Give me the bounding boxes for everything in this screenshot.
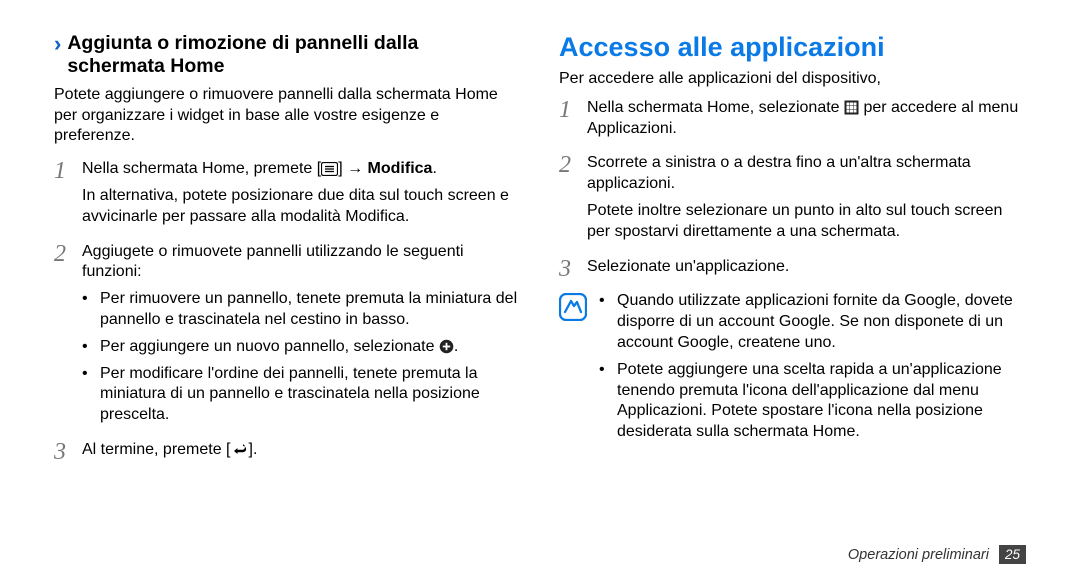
left-heading-text: Aggiunta o rimozione di pannelli dalla s…: [67, 32, 521, 79]
right-intro: Per accedere alle applicazioni del dispo…: [559, 69, 1026, 90]
page-columns: › Aggiunta o rimozione di pannelli dalla…: [54, 32, 1026, 475]
step3-line1: Al termine, premete [].: [82, 440, 257, 461]
chevron-icon: ›: [54, 32, 61, 55]
left-intro: Potete aggiungere o rimuovere pannelli d…: [54, 85, 521, 147]
footer-section-label: Operazioni preliminari: [848, 547, 989, 563]
right-heading: Accesso alle applicazioni: [559, 32, 1026, 63]
step2-bullet-2: • Per aggiungere un nuovo pannello, sele…: [82, 337, 521, 358]
step2-bullet-1: • Per rimuovere un pannello, tenete prem…: [82, 289, 521, 331]
plus-circle-icon: [439, 339, 454, 354]
step-number: 1: [54, 159, 72, 233]
step2-bullet-3: • Per modificare l'ordine dei pannelli, …: [82, 364, 521, 426]
note-bullet-1: • Quando utilizzate applicazioni fornite…: [599, 291, 1026, 353]
step1-line1: Nella schermata Home, premete [] → Modif…: [82, 159, 521, 180]
bullet-dot: •: [82, 289, 92, 331]
left-step-1: 1 Nella schermata Home, premete [] → Mod…: [54, 159, 521, 233]
note-block: • Quando utilizzate applicazioni fornite…: [559, 291, 1026, 449]
note-bullet-2: • Potete aggiungere una scelta rapida a …: [599, 360, 1026, 443]
apps-grid-icon: [844, 100, 859, 115]
step-number: 3: [54, 440, 72, 467]
page-footer: Operazioni preliminari 25: [848, 545, 1026, 564]
note-body: • Quando utilizzate applicazioni fornite…: [599, 291, 1026, 449]
right-step-1: 1 Nella schermata Home, selezionate per …: [559, 98, 1026, 146]
menu-button-icon: [321, 162, 338, 176]
left-subheading: › Aggiunta o rimozione di pannelli dalla…: [54, 32, 521, 79]
step1-line2: In alternativa, potete posizionare due d…: [82, 186, 521, 228]
bullet-dot: •: [599, 291, 609, 353]
note-icon: [559, 293, 587, 321]
step2-line1: Aggiugete o rimuovete pannelli utilizzan…: [82, 242, 521, 284]
bullet-dot: •: [82, 337, 92, 358]
left-step-3: 3 Al termine, premete [].: [54, 440, 521, 467]
step-number: 2: [559, 153, 577, 248]
right-column: Accesso alle applicazioni Per accedere a…: [559, 32, 1026, 475]
footer-page-number: 25: [999, 545, 1026, 564]
step-number: 1: [559, 98, 577, 146]
right-step-3: 3 Selezionate un'applicazione.: [559, 257, 1026, 284]
left-column: › Aggiunta o rimozione di pannelli dalla…: [54, 32, 521, 475]
step-number: 3: [559, 257, 577, 284]
back-button-icon: [231, 444, 249, 457]
bullet-dot: •: [82, 364, 92, 426]
step-number: 2: [54, 242, 72, 432]
bullet-dot: •: [599, 360, 609, 443]
left-step-2: 2 Aggiugete o rimuovete pannelli utilizz…: [54, 242, 521, 432]
right-step-2: 2 Scorrete a sinistra o a destra fino a …: [559, 153, 1026, 248]
